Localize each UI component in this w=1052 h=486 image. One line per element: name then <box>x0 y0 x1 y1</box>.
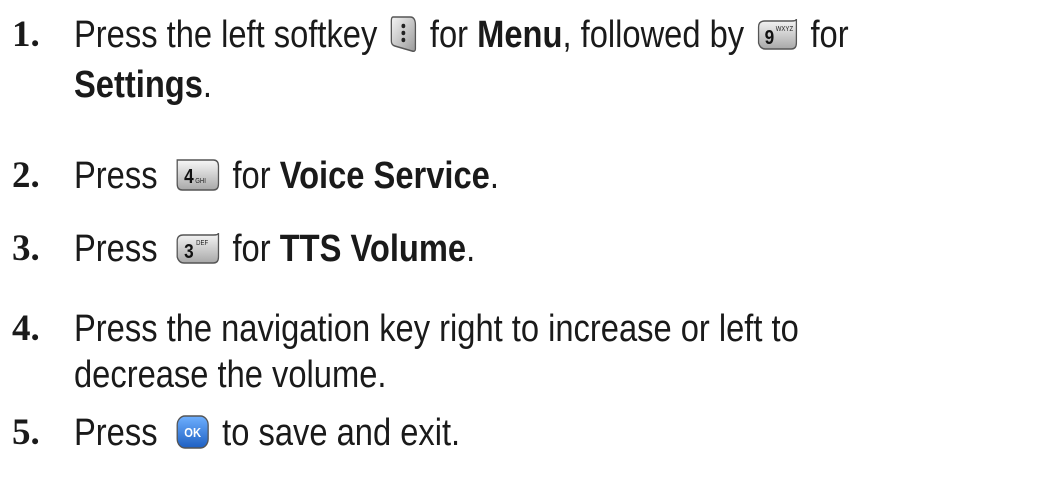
key-letters: DEF <box>196 240 208 248</box>
key-4-icon: 4 GHI <box>175 158 220 192</box>
step-number: 4. <box>12 308 40 349</box>
menu-label: Menu <box>477 14 563 56</box>
key-9-icon: 9 WXYZ <box>757 17 798 51</box>
ok-label: OK <box>184 425 201 440</box>
step-text-line-1: Press the left softkey for Menu, followe… <box>74 12 849 58</box>
step-text: Press the left softkey <box>74 14 378 56</box>
key-digit: 9 <box>764 26 774 49</box>
step-number: 1. <box>12 14 40 55</box>
step-text: for <box>429 14 469 56</box>
period: . <box>202 64 213 106</box>
step-text: to save and exit. <box>222 412 461 454</box>
step-text-line-2: decrease the volume. <box>74 354 387 396</box>
tts-volume-label: TTS Volume <box>279 228 467 270</box>
key-digit: 3 <box>184 240 194 263</box>
step-text-line-1: Press 4 GHI for Voice Service. <box>74 153 499 199</box>
settings-label: Settings <box>74 64 203 106</box>
step-text: Press <box>74 412 158 454</box>
step-number: 2. <box>12 155 40 196</box>
step-number: 5. <box>12 412 40 453</box>
step-text: for <box>232 228 271 270</box>
step-text: for <box>810 14 849 56</box>
step-text-line-1: Press OK to save and exit. <box>74 410 460 456</box>
key-3-icon: 3 DEF <box>175 231 220 265</box>
period: . <box>466 228 476 270</box>
step-number: 3. <box>12 228 40 269</box>
step-text: for <box>232 155 271 197</box>
step-text: Press <box>74 155 158 197</box>
left-softkey-icon <box>390 15 418 53</box>
step-text-line-1: Press 3 DEF for TTS Volume. <box>74 226 475 272</box>
key-letters: GHI <box>195 178 206 186</box>
ok-key-icon: OK <box>175 414 209 450</box>
step-text-line-1: Press the navigation key right to increa… <box>74 308 799 350</box>
period: . <box>489 155 499 197</box>
voice-service-label: Voice Service <box>279 155 490 197</box>
step-text-line-2: Settings. <box>74 62 212 108</box>
key-digit: 4 <box>184 165 194 188</box>
step-text: Press <box>74 228 158 270</box>
step-text: , followed by <box>562 14 745 56</box>
key-letters: WXYZ <box>776 26 793 34</box>
